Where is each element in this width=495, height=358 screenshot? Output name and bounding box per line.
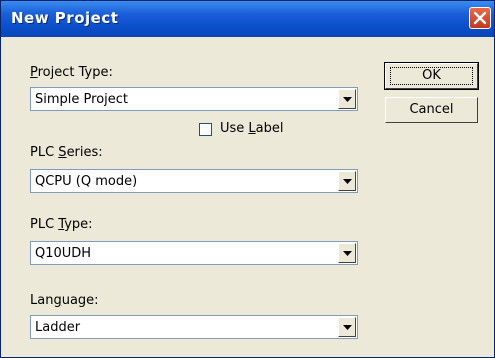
cancel-button[interactable]: Cancel [385,97,478,123]
language-label: Language: [30,293,99,308]
new-project-dialog: New Project Project Type: Simple Project… [0,0,495,358]
project-type-value: Simple Project [35,92,128,107]
dropdown-arrow-icon [343,251,352,256]
ok-button[interactable]: OK [384,62,479,90]
plc-series-dropdown-button[interactable] [338,171,356,191]
plc-type-label: PLC Type: [30,217,93,232]
dropdown-arrow-icon [343,97,352,102]
close-button[interactable] [469,7,491,29]
language-dropdown-button[interactable] [338,317,356,337]
use-label-text: Use Label [220,121,284,136]
language-value: Ladder [35,320,81,335]
plc-series-value: QCPU (Q mode) [35,174,138,189]
title-bar[interactable]: New Project [1,1,494,37]
plc-type-dropdown-button[interactable] [338,243,356,263]
cancel-button-label: Cancel [409,102,454,117]
project-type-label: Project Type: [30,65,113,80]
plc-series-select[interactable]: QCPU (Q mode) [30,169,358,193]
plc-type-value: Q10UDH [35,246,92,261]
dropdown-arrow-icon [343,325,352,330]
use-label-checkbox[interactable] [199,123,212,136]
plc-type-select[interactable]: Q10UDH [30,241,358,265]
dialog-title: New Project [11,9,119,27]
language-select[interactable]: Ladder [30,315,358,339]
close-icon [473,11,487,25]
project-type-select[interactable]: Simple Project [30,87,358,111]
dropdown-arrow-icon [343,179,352,184]
ok-button-label: OK [390,67,473,85]
project-type-dropdown-button[interactable] [338,89,356,109]
plc-series-label: PLC Series: [30,145,103,160]
